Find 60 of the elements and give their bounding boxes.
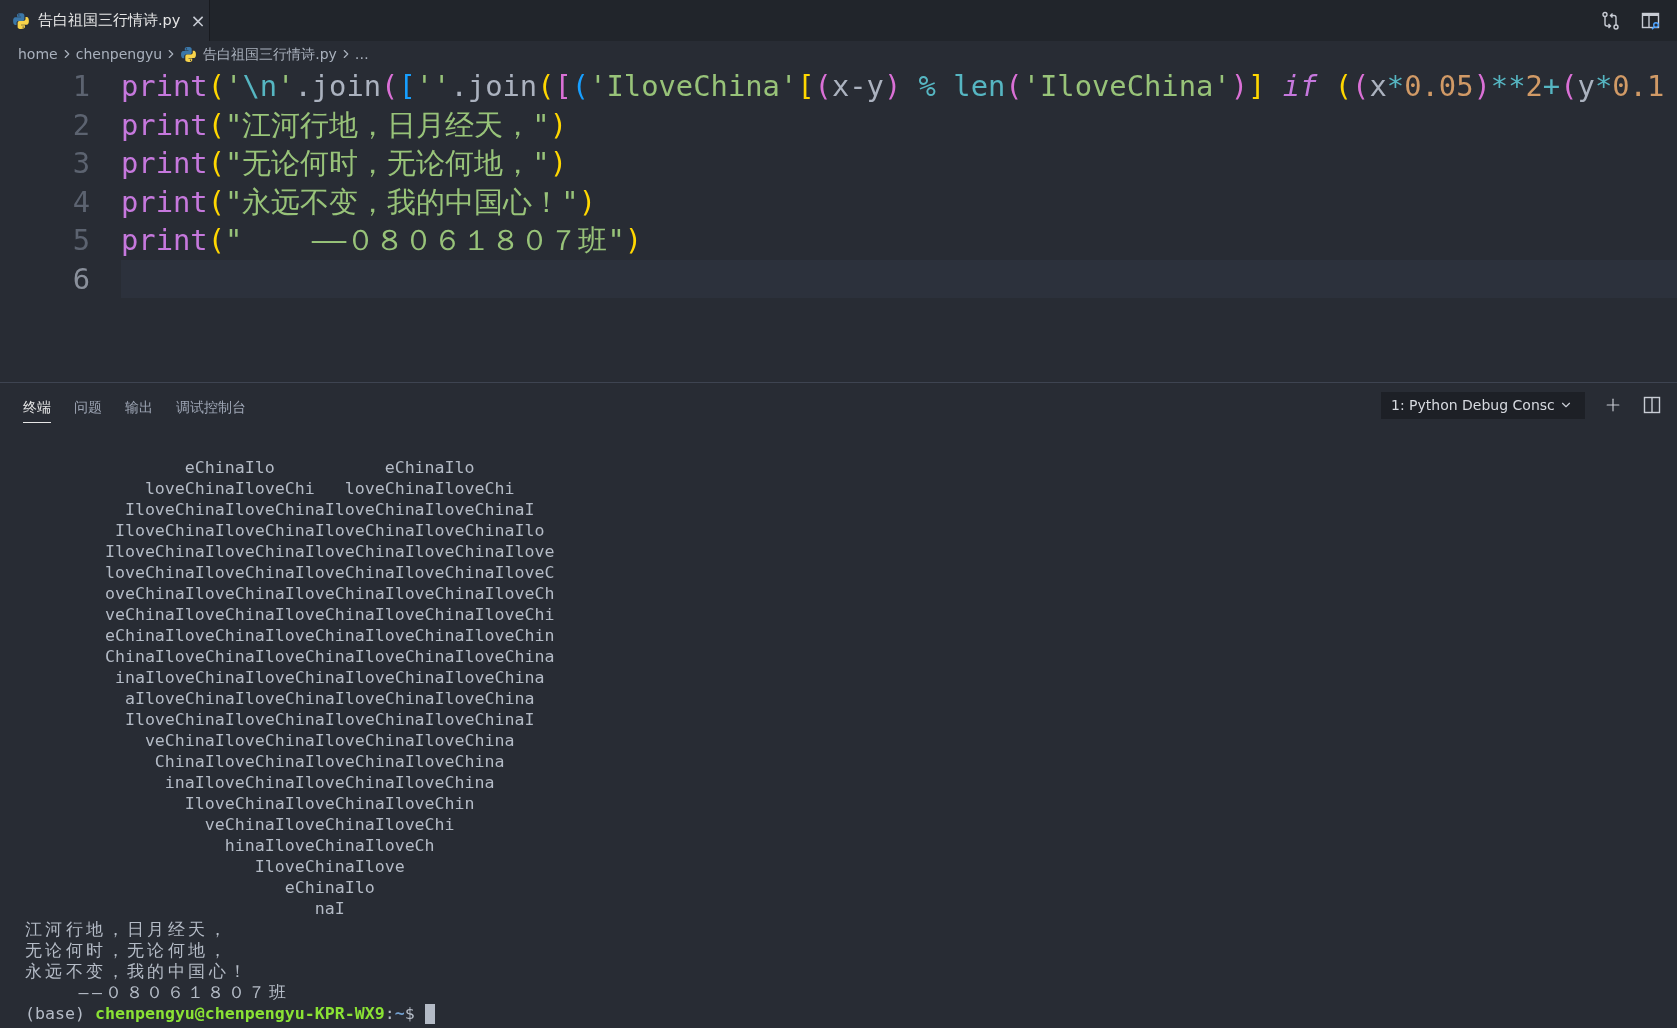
- line-number: 1: [71, 68, 90, 105]
- terminal-output-line: inaIloveChinaIloveChinaIloveChinaIloveChina: [113, 668, 545, 687]
- terminal-output-line: IloveChinaIloveChinaIloveChinaIloveChinaI: [123, 500, 535, 519]
- panel-tab[interactable]: 输出: [125, 387, 153, 423]
- python-file-icon: [180, 45, 198, 63]
- terminal-output-line: naI: [313, 899, 345, 918]
- breadcrumb-item[interactable]: home: [18, 43, 58, 65]
- terminal-output-line: veChinaIloveChinaIloveChinaIloveChinaIloveChi: [103, 605, 555, 624]
- terminal-output-line: IloveChinaIloveChinaIloveChinaIloveChinaI: [123, 710, 535, 729]
- code-line: print("无论何时，无论何地，"): [121, 146, 568, 180]
- terminal-select[interactable]: 1: Python Debug Consc: [1381, 391, 1585, 419]
- terminal-output-line: IloveChinaIloveChinaIloveChinaIloveChinaIlove: [103, 542, 555, 561]
- terminal-output-line: 永远不变，我的中国心！: [25, 962, 250, 981]
- terminal-output-line: oveChinaIloveChinaIloveChinaIloveChinaIloveCh: [103, 584, 555, 603]
- terminal-output-line: ——０８０６１８０７班: [77, 983, 289, 1002]
- terminal-output-line: aIloveChinaIloveChinaIloveChinaIloveChina: [123, 689, 535, 708]
- code-line: print("永远不变，我的中国心！"): [121, 184, 597, 219]
- terminal-output-line: 无论何时，无论何地，: [25, 941, 229, 960]
- terminal-output-line: eChinaIlo eChinaIlo: [183, 458, 475, 477]
- terminal-output-line: veChinaIloveChinaIloveChi: [203, 815, 455, 834]
- line-number: 4: [71, 183, 90, 221]
- terminal-output-line: IloveChinaIloveChinaIloveChinaIloveChinaIlo: [113, 521, 545, 540]
- terminal-output-line: ChinaIloveChinaIloveChinaIloveChinaIloveChina: [103, 647, 555, 666]
- terminal-cursor: [424, 1003, 435, 1024]
- terminal-output-line: loveChinaIloveChi loveChinaIloveChi: [143, 479, 515, 498]
- terminal-output-line: eChinaIlo: [283, 878, 375, 897]
- close-button[interactable]: ×: [190, 11, 206, 30]
- prompt-user-host: chenpengyu@chenpengyu-KPR-WX9: [94, 1003, 385, 1024]
- code-line: print("江河行地，日月经天，"): [121, 107, 568, 142]
- breadcrumb-item[interactable]: …: [354, 43, 369, 65]
- code-line: print(" ——０８０６１８０７班"): [121, 223, 643, 257]
- compare-changes-icon[interactable]: [1601, 10, 1621, 31]
- line-number: 6: [71, 260, 90, 298]
- python-file-icon: [12, 11, 30, 30]
- line-number: 5: [71, 222, 90, 259]
- code-line: print('\n'.join([''.join([('IloveChina'[(x-y) % len('IloveChina')] if ((x*0.05)**2+(y*0.1: [121, 69, 1665, 103]
- split-preview-icon[interactable]: [1641, 10, 1661, 31]
- split-panel-icon[interactable]: [1643, 396, 1661, 414]
- tab-title: 告白祖国三行情诗.py: [38, 10, 181, 30]
- panel-tab[interactable]: 问题: [74, 387, 102, 423]
- editor-tab[interactable]: 告白祖国三行情诗.py ×: [0, 0, 210, 41]
- breadcrumb-item[interactable]: chenpengyu: [75, 43, 163, 65]
- prompt-path: ~: [394, 1003, 405, 1024]
- terminal-output-line: inaIloveChinaIloveChinaIloveChina: [163, 773, 495, 792]
- terminal-output-line: ChinaIloveChinaIloveChinaIloveChina: [153, 752, 505, 771]
- terminal-output-line: loveChinaIloveChinaIloveChinaIloveChinaIloveC: [103, 563, 555, 582]
- breadcrumb-item[interactable]: 告白祖国三行情诗.py: [203, 43, 337, 65]
- terminal-output-line: 江河行地，日月经天，: [25, 920, 229, 939]
- line-number: 2: [71, 106, 90, 144]
- terminal-output-line: eChinaIloveChinaIloveChinaIloveChinaIloveChin: [103, 626, 555, 645]
- line-number: 3: [71, 145, 90, 182]
- terminal-output-line: IloveChinaIloveChinaIloveChin: [183, 794, 475, 813]
- terminal-output-line: veChinaIloveChinaIloveChinaIloveChina: [143, 731, 515, 750]
- prompt-symbol: $: [404, 1003, 415, 1024]
- prompt-env: (base): [25, 1003, 85, 1024]
- prompt-separator: :: [384, 1003, 395, 1024]
- panel-tab[interactable]: 终端: [23, 387, 51, 423]
- terminal-output-line: hinaIloveChinaIloveCh: [223, 836, 435, 855]
- terminal-output-line: IloveChinaIlove: [253, 857, 405, 876]
- panel-tab[interactable]: 调试控制台: [176, 387, 246, 423]
